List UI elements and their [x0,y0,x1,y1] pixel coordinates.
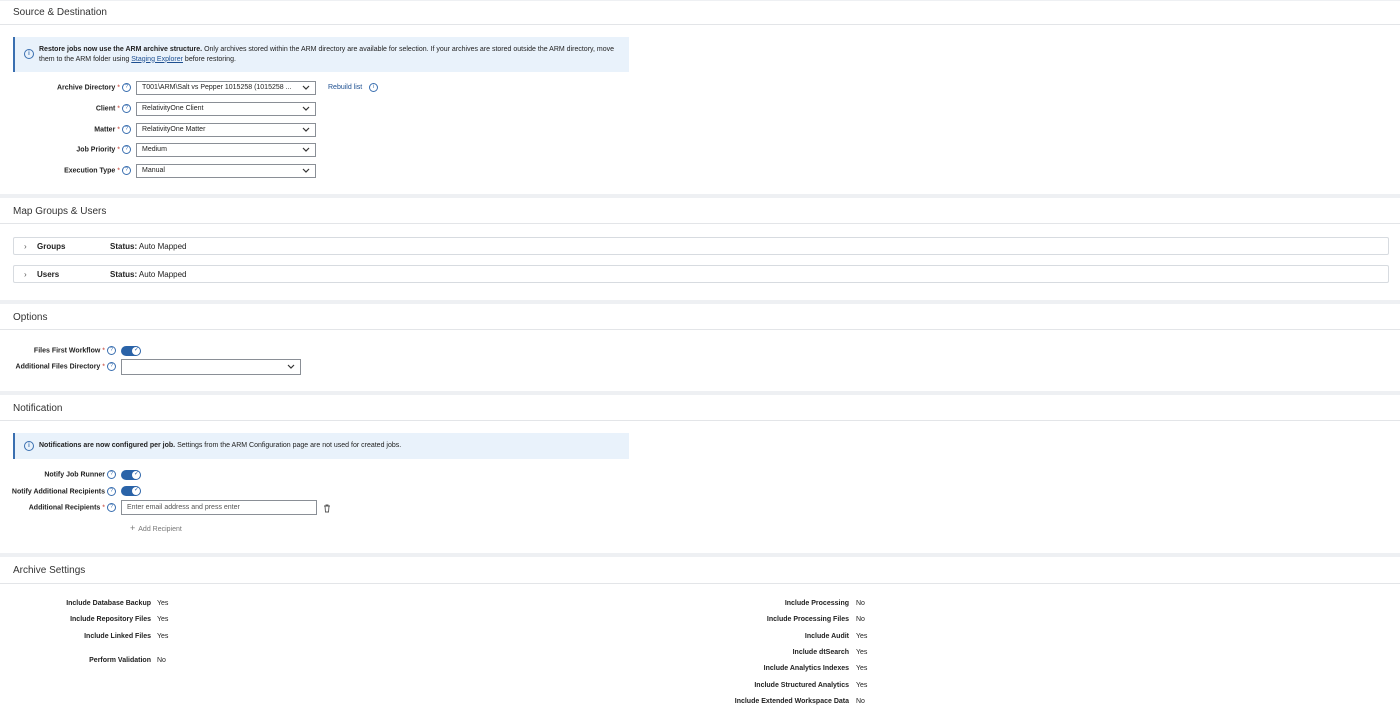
notify-additional-label: Notify Additional Recipients? [12,487,116,497]
help-icon[interactable]: ? [107,346,116,355]
section-title: Archive Settings [13,565,86,576]
setting-value: Yes [856,682,868,689]
users-accordion[interactable]: › Users Status: Auto Mapped [13,265,1389,283]
accordion-title: Groups [37,242,66,251]
section-title: Notification [13,403,63,414]
divider [0,223,1400,224]
chevron-right-icon: › [24,242,27,251]
additional-files-directory-select[interactable] [121,359,301,375]
help-icon[interactable]: ? [107,487,116,496]
setting-value: Yes [157,633,169,640]
info-icon: i [24,441,34,451]
notify-job-runner-label: Notify Job Runner? [44,470,116,480]
help-icon[interactable]: ? [122,83,131,92]
setting-label: Include Extended Workspace Data [734,698,849,705]
status-text: Status: Auto Mapped [110,242,187,251]
client-label: Client *? [96,104,131,114]
restore-info-banner: i Restore jobs now use the ARM archive s… [13,37,629,72]
section-title: Map Groups & Users [13,206,107,217]
add-recipient-button[interactable]: + Add Recipient [130,523,182,533]
setting-value: Yes [157,600,169,607]
info-icon: i [24,49,34,59]
archive-directory-select[interactable]: T001\ARM\Salt vs Pepper 1015258 (1015258… [136,81,316,95]
section-title: Source & Destination [13,7,107,18]
setting-label: Perform Validation [89,657,151,664]
source-destination-section: Source & Destination i Restore jobs now … [0,1,1400,194]
setting-label: Include Linked Files [84,633,151,640]
help-icon[interactable]: ? [107,470,116,479]
execution-type-select[interactable]: Manual [136,164,316,178]
notification-info-banner: i Notifications are now configured per j… [13,433,629,459]
setting-value: Yes [856,665,868,672]
setting-value: No [856,616,865,623]
divider [0,420,1400,421]
map-groups-users-section: Map Groups & Users › Groups Status: Auto… [0,198,1400,300]
rebuild-info-icon[interactable]: i [369,83,378,92]
plus-icon: + [130,523,136,533]
help-icon[interactable]: ? [122,145,131,154]
files-first-toggle[interactable]: ✓ [121,346,141,356]
divider [0,583,1400,584]
notify-additional-toggle[interactable]: ✓ [121,486,141,496]
chevron-down-icon [302,147,310,152]
setting-value: No [856,600,865,607]
setting-label: Include dtSearch [792,649,849,656]
setting-label: Include Processing Files [766,616,849,623]
chevron-down-icon [302,168,310,173]
setting-label: Include Processing [784,600,849,607]
options-section: Options Files First Workflow *? ✓ Additi… [0,304,1400,391]
chevron-down-icon [302,106,310,111]
status-text: Status: Auto Mapped [110,270,187,279]
help-icon[interactable]: ? [107,503,116,512]
archive-directory-label: Archive Directory *? [57,83,131,93]
info-bold: Restore jobs now use the ARM archive str… [39,46,203,53]
additional-files-directory-label: Additional Files Directory *? [16,362,116,372]
chevron-down-icon [302,127,310,132]
accordion-title: Users [37,270,60,279]
divider [0,24,1400,25]
info-text: Notifications are now configured per job… [39,442,402,449]
chevron-down-icon [287,364,295,369]
rebuild-list-link[interactable]: Rebuild list [328,84,362,91]
notification-section: Notification i Notifications are now con… [0,395,1400,553]
help-icon[interactable]: ? [122,166,131,175]
notify-job-runner-toggle[interactable]: ✓ [121,470,141,480]
trash-icon[interactable] [322,503,332,513]
help-icon[interactable]: ? [122,125,131,134]
setting-label: Include Repository Files [70,616,151,623]
help-icon[interactable]: ? [107,362,116,371]
check-icon: ✓ [133,487,139,493]
groups-accordion[interactable]: › Groups Status: Auto Mapped [13,237,1389,255]
setting-value: No [157,657,166,664]
matter-label: Matter *? [94,125,131,135]
setting-value: Yes [856,633,868,640]
chevron-right-icon: › [24,270,27,279]
info-text: Restore jobs now use the ARM archive str… [39,45,619,64]
check-icon: ✓ [133,471,139,477]
setting-label: Include Database Backup [66,600,151,607]
help-icon[interactable]: ? [122,104,131,113]
execution-type-label: Execution Type *? [64,166,131,176]
job-priority-select[interactable]: Medium [136,143,316,157]
job-priority-label: Job Priority *? [76,145,131,155]
info-after: before restoring. [182,55,236,63]
setting-value: Yes [157,616,169,623]
setting-label: Include Audit [804,633,849,640]
recipient-email-input[interactable]: Enter email address and press enter [121,500,317,515]
archive-settings-section: Archive Settings Include Database Backup… [0,557,1400,727]
matter-select[interactable]: RelativityOne Matter [136,123,316,137]
client-select[interactable]: RelativityOne Client [136,102,316,116]
setting-value: Yes [856,649,868,656]
additional-recipients-label: Additional Recipients *? [29,503,116,513]
staging-explorer-link[interactable]: Staging Explorer [131,56,183,63]
setting-label: Include Analytics Indexes [763,665,849,672]
section-title: Options [13,312,48,323]
divider [0,329,1400,330]
setting-value: No [856,698,865,705]
setting-label: Include Structured Analytics [754,682,849,689]
files-first-label: Files First Workflow *? [34,346,116,356]
check-icon: ✓ [133,347,139,353]
chevron-down-icon [302,85,310,90]
